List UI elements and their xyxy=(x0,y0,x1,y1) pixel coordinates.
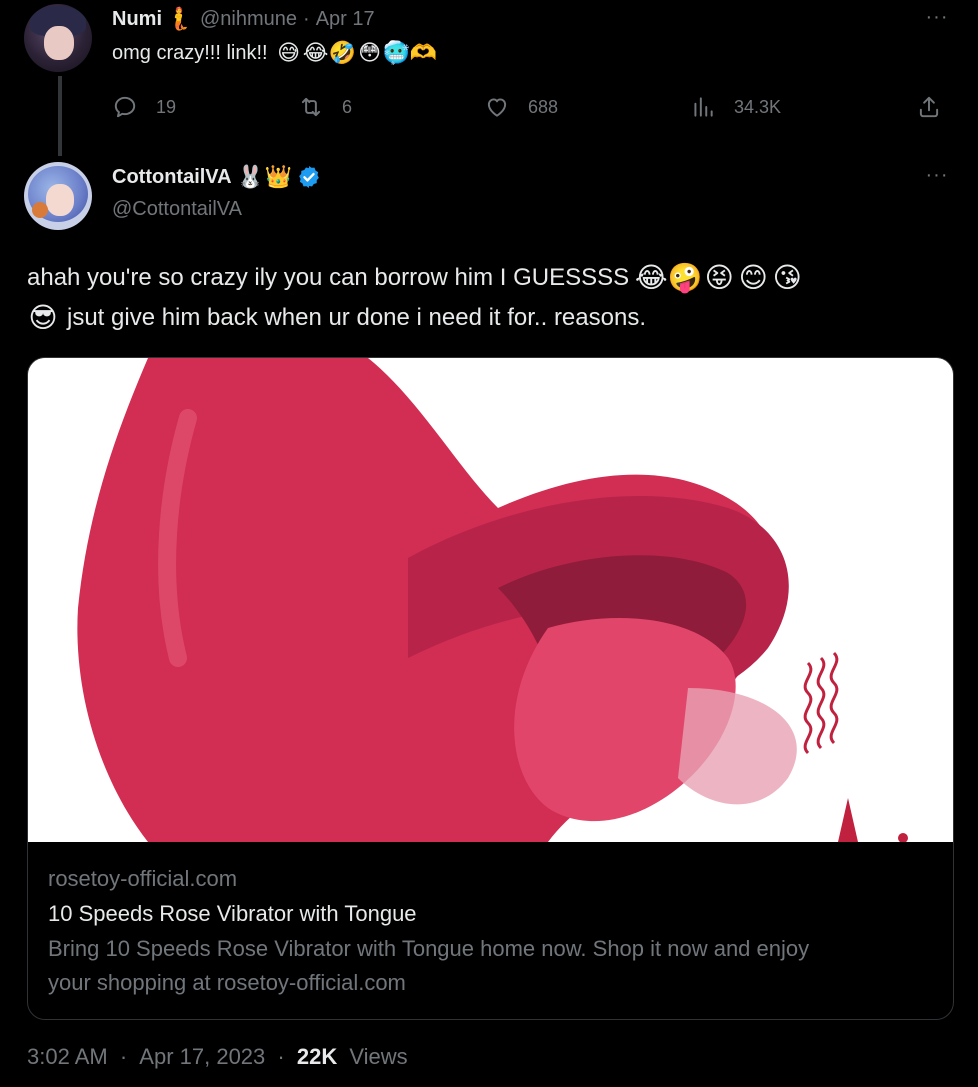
emoji: 🤪 xyxy=(667,262,703,293)
share-icon xyxy=(919,96,939,118)
card-title: 10 Speeds Rose Vibrator with Tongue xyxy=(48,901,417,926)
reply-text-content: omg crazy!!! link!! xyxy=(112,41,268,64)
verified-badge-icon[interactable] xyxy=(296,164,322,190)
card-image[interactable] xyxy=(28,358,953,843)
tweet-display-name[interactable]: CottontailVA xyxy=(112,166,232,189)
reply-text-emojis: 😅 😂 🤣 😳 🥶 🫶 xyxy=(276,40,437,66)
reply-tweet[interactable]: Numi 🧜 @nihmune · Apr 17 ··· omg crazy!!… xyxy=(0,0,978,156)
more-icon[interactable]: ··· xyxy=(922,7,952,32)
avatar-face xyxy=(44,26,74,60)
views-count: 22K xyxy=(296,1044,338,1069)
tweet-text-line-2: 😎 jsut give him back when ur done i need… xyxy=(27,298,957,338)
views-button[interactable]: 34.3K xyxy=(690,94,781,120)
tweet-text: ahah you're so crazy ily you can borrow … xyxy=(27,258,957,338)
emoji: 😂 xyxy=(302,40,329,65)
separator-dot: · xyxy=(303,7,310,30)
views-count: 34.3K xyxy=(734,96,782,117)
reply-button[interactable]: 19 xyxy=(112,94,176,120)
retweet-count: 6 xyxy=(342,96,353,117)
reply-icon xyxy=(114,96,136,118)
tweet-text-emojis: 😂 🤪 😝 😊 😘 xyxy=(635,262,803,294)
emoji: 🫶 xyxy=(409,40,438,65)
name-emoji: 🧜 xyxy=(165,6,193,31)
action-bar: 19 6 688 34.3K xyxy=(112,92,952,124)
bunny-emoji: 🐰 xyxy=(236,164,265,189)
separator-dot: · xyxy=(277,1044,285,1069)
tweet-author-row: CottontailVA 🐰 👑 xyxy=(112,164,322,190)
card-info[interactable]: rosetoy-official.com 10 Speeds Rose Vibr… xyxy=(28,842,953,1019)
reply-handle[interactable]: @nihmune xyxy=(200,8,297,31)
reply-count: 19 xyxy=(156,96,177,117)
tweet-time[interactable]: 3:02 AM xyxy=(27,1044,108,1069)
emoji: 😎 xyxy=(28,302,58,333)
avatar-accent xyxy=(32,202,48,218)
avatar[interactable] xyxy=(24,162,92,230)
emoji: 😘 xyxy=(772,262,802,293)
link-card[interactable]: rosetoy-official.com 10 Speeds Rose Vibr… xyxy=(27,357,954,1020)
reply-display-name[interactable]: Numi xyxy=(112,8,162,31)
analytics-icon xyxy=(694,97,713,117)
emoji: 😂 xyxy=(634,262,668,293)
views-label: Views xyxy=(349,1044,408,1069)
like-count: 688 xyxy=(528,96,559,117)
share-button[interactable] xyxy=(916,94,960,120)
tweet-text-line-1: ahah you're so crazy ily you can borrow … xyxy=(27,258,957,298)
more-icon[interactable]: ··· xyxy=(922,165,952,190)
heart-icon xyxy=(487,98,507,117)
emoji: 🤣 xyxy=(328,40,357,65)
retweet-button[interactable]: 6 xyxy=(298,94,352,120)
reply-author-row: Numi 🧜 @nihmune · Apr 17 xyxy=(112,6,375,32)
retweet-icon xyxy=(301,97,321,117)
like-button[interactable]: 688 xyxy=(484,94,558,120)
avatar-face xyxy=(46,184,74,216)
product-image xyxy=(28,358,953,843)
emoji: 😊 xyxy=(738,262,768,293)
reply-text: omg crazy!!! link!! 😅 😂 🤣 😳 🥶 🫶 xyxy=(112,40,437,66)
avatar[interactable] xyxy=(24,4,92,72)
reply-date[interactable]: Apr 17 xyxy=(316,8,375,31)
card-domain: rosetoy-official.com xyxy=(48,866,238,891)
emoji: 😝 xyxy=(704,262,734,293)
tweet-handle[interactable]: @CottontailVA xyxy=(112,198,242,221)
thread-connector-line xyxy=(58,76,62,156)
card-description-line: your shopping at rosetoy-official.com xyxy=(48,970,406,995)
separator-dot: · xyxy=(119,1044,128,1069)
emoji: 😳 xyxy=(358,40,382,65)
emoji: 🥶 xyxy=(382,40,411,65)
tweet-text-content: ahah you're so crazy ily you can borrow … xyxy=(27,264,630,291)
card-description: Bring 10 Speeds Rose Vibrator with Tongu… xyxy=(48,932,935,1000)
crown-emoji: 👑 xyxy=(264,164,293,189)
emoji: 😅 xyxy=(277,40,301,65)
tweet-meta: 3:02 AM · Apr 17, 2023 · 22K Views xyxy=(27,1044,408,1070)
tweet-text-content: jsut give him back when ur done i need i… xyxy=(67,304,646,331)
name-badges: 🐰 👑 xyxy=(236,164,293,190)
tweet-date[interactable]: Apr 17, 2023 xyxy=(139,1044,265,1069)
card-description-line: Bring 10 Speeds Rose Vibrator with Tongu… xyxy=(48,936,810,961)
